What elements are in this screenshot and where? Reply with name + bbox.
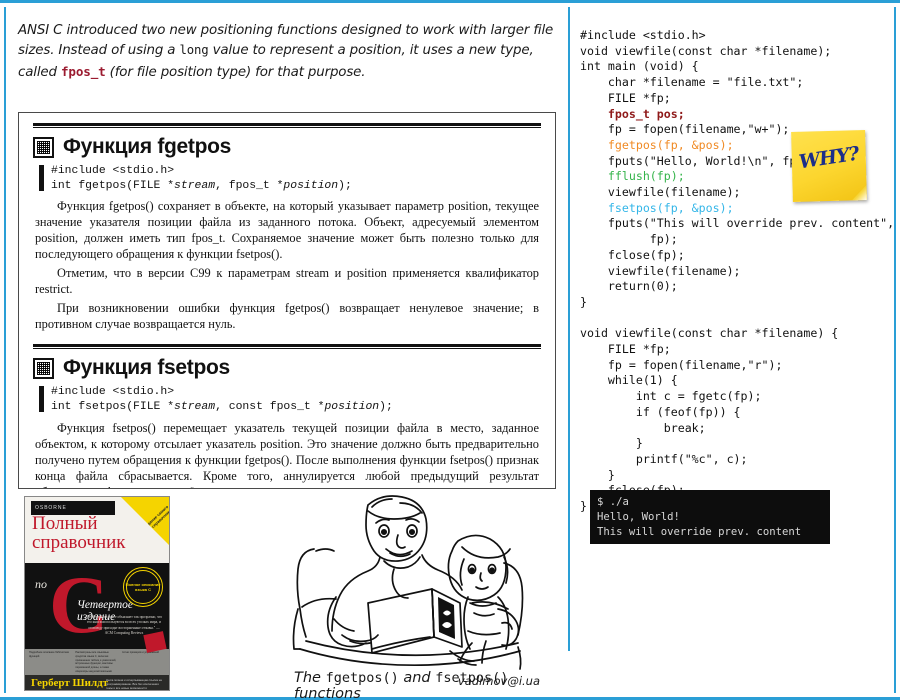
cover-blurb-col2: Рассмотрены все языковые средства языка …: [75, 651, 117, 673]
code-line: }: [580, 436, 643, 451]
intro-text-part3: (for file position type) for that purpos…: [105, 64, 366, 80]
code-listing: #include <stdio.h> void viewfile(const c…: [580, 28, 894, 515]
section-heading-fsetpos: Функция fsetpos: [33, 356, 545, 380]
intro-paragraph: ANSI C introduced two new positioning fu…: [18, 21, 556, 83]
cover-title-line1: Полный: [32, 513, 98, 534]
prototype-param-position: position: [283, 180, 339, 193]
section-title-fn: fsetpos: [157, 356, 230, 380]
book-cover-image: ОSВОRNЕ Новейшее издание самого популярн…: [24, 496, 170, 691]
code-line: fgetpos(fp, &pos);: [580, 137, 734, 152]
section-title-fn: fgetpos: [157, 135, 232, 158]
section-rule-thick: [33, 123, 541, 126]
cover-seal-text: Полное описание языка C: [125, 582, 161, 592]
section-title-fsetpos: Функция fsetpos: [63, 356, 230, 380]
man-reading-to-child-illustration: [272, 491, 572, 671]
left-column: ANSI C introduced two new positioning fu…: [10, 9, 562, 700]
sticky-note: WHY?: [791, 130, 867, 202]
code-line: while(1) {: [580, 373, 678, 388]
book-chapter-icon: [33, 357, 54, 379]
caption-prefix: The: [294, 670, 326, 686]
cover-bottom: Герберт Шилдт Книга полная и исчерпывающ…: [25, 675, 169, 690]
cover-fine-print: Книга полная и исчерпывающая ссылка на п…: [106, 678, 162, 690]
code-line: fputs("This will override prev. content"…: [580, 216, 895, 231]
code-line: fp = fopen(filename,"w+");: [580, 122, 790, 137]
section-rule-thick: [33, 344, 541, 348]
cover-blurb-col3: Сотни примеров и упражнений: [121, 651, 159, 654]
sticky-note-text: WHY?: [797, 142, 861, 174]
slide-root: ANSI C introduced two new positioning fu…: [0, 0, 900, 700]
cover-title-line2: справочник: [32, 532, 126, 553]
caption-fgetpos: fgetpos(): [325, 670, 399, 686]
code-line: fclose(fp);: [580, 247, 685, 262]
prototype-param-stream: stream: [174, 180, 216, 193]
code-line: printf("%c", c);: [580, 451, 748, 466]
prototype-fsetpos: #include <stdio.h> int fsetpos(FILE *str…: [39, 385, 545, 415]
prototype-param-position: position: [324, 401, 380, 414]
code-line: }: [580, 294, 587, 309]
section-rule-thin: [33, 127, 541, 128]
code-line: viewfile(filename);: [580, 263, 741, 278]
prototype-sig-a: int fsetpos(FILE *: [51, 401, 175, 414]
slide-right-border: [894, 7, 896, 693]
section-paragraph: При возникновении ошибки функция fgetpos…: [35, 301, 539, 332]
cover-top: ОSВОRNЕ Новейшее издание самого популярн…: [25, 497, 169, 563]
book-chapter-icon: [33, 136, 54, 158]
section-paragraph: Функция fsetpos() перемещает указатель т…: [35, 420, 539, 488]
cover-red-badge: [143, 631, 167, 653]
code-line: int main (void) {: [580, 59, 699, 74]
prototype-param-stream: stream: [174, 401, 216, 414]
cover-preposition: по: [35, 577, 47, 591]
code-line: #include <stdio.h>: [580, 28, 706, 42]
section-heading-fgetpos: Функция fgetpos: [33, 135, 545, 159]
section-paragraph: Отметим, что в версии C99 к параметрам s…: [35, 266, 539, 297]
section-title-fgetpos: Функция fgetpos: [63, 135, 232, 158]
right-column: #include <stdio.h> void viewfile(const c…: [580, 9, 894, 685]
code-line: char *filename = "file.txt";: [580, 75, 804, 90]
code-line: viewfile(filename);: [580, 185, 741, 200]
code-line: fp);: [580, 232, 678, 247]
code-line: if (feof(fp)) {: [580, 404, 741, 419]
prototype-sig-c: );: [379, 401, 393, 414]
scanned-book-page: Функция fgetpos #include <stdio.h> int f…: [18, 112, 556, 489]
cover-blurb-columns: Подробное описание библиотеки функций Ра…: [25, 631, 169, 675]
code-line: return(0);: [580, 279, 678, 294]
cover-blurb-col1: Подробное описание библиотеки функций: [29, 651, 70, 658]
code-line: fflush(fp);: [580, 169, 685, 184]
section-fgetpos: Функция fgetpos #include <stdio.h> int f…: [29, 123, 545, 332]
prototype-sig-c: );: [338, 180, 352, 193]
terminal-lines: $ ./a Hello, World! This will override p…: [597, 496, 802, 539]
author-credit: vadimov@i.ua: [457, 674, 540, 688]
code-line: }: [580, 467, 615, 482]
terminal-output: $ ./a Hello, World! This will override p…: [590, 490, 830, 544]
code-line: break;: [580, 420, 706, 435]
prototype-sig-b: , const fpos_t *: [215, 401, 325, 414]
cover-corner-banner-text: Новейшее издание самого популярного спра…: [127, 504, 170, 548]
prototype-fgetpos: #include <stdio.h> int fgetpos(FILE *str…: [39, 164, 545, 194]
prototype-include: #include <stdio.h>: [51, 165, 175, 177]
slide-left-border: [4, 7, 6, 693]
section-rule-thin: [33, 348, 541, 350]
code-line: void viewfile(const char *filename);: [580, 43, 832, 58]
intro-fpos-t-keyword: fpos_t: [60, 63, 106, 79]
cover-corner-banner: Новейшее издание самого популярного спра…: [121, 497, 169, 545]
caption-suffix: functions: [294, 686, 361, 700]
intro-long-keyword: long: [179, 43, 209, 58]
code-line: fpos_t pos;: [580, 106, 685, 121]
cover-author: Герберт Шилдт: [31, 677, 109, 689]
code-line: }: [580, 499, 587, 514]
section-paragraph: Функция fgetpos() сохраняет в объекте, н…: [35, 199, 539, 262]
code-line: FILE *fp;: [580, 342, 671, 357]
code-line: FILE *fp;: [580, 90, 671, 105]
prototype-sig-b: , fpos_t *: [215, 180, 284, 193]
prototype-sig-a: int fgetpos(FILE *: [51, 180, 175, 193]
prototype-include: #include <stdio.h>: [51, 386, 175, 399]
code-line: int c = fgetc(fp);: [580, 389, 762, 404]
caption-mid: and: [398, 670, 436, 686]
code-line: fsetpos(fp, &pos);: [580, 200, 734, 215]
code-line: void viewfile(const char *filename) {: [580, 326, 839, 341]
section-fsetpos: Функция fsetpos #include <stdio.h> int f…: [29, 344, 545, 488]
code-line: fputs("Hello, World!\n", fp);: [580, 153, 811, 168]
cover-seal-badge: Полное описание языка C: [123, 567, 163, 607]
code-line: fp = fopen(filename,"r");: [580, 357, 783, 372]
